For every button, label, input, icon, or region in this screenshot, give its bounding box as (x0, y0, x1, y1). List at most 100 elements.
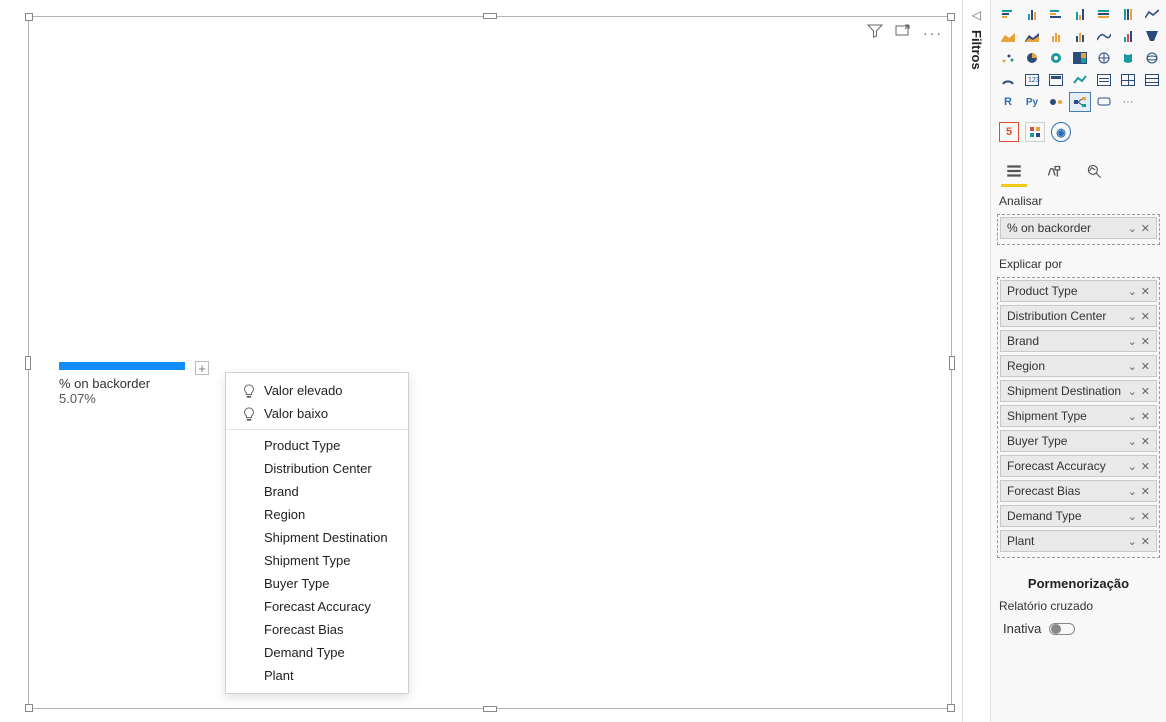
line-chart-icon[interactable] (1141, 4, 1163, 24)
chevron-down-icon[interactable]: ⌄ (1128, 385, 1137, 398)
popup-item[interactable]: Region (226, 503, 408, 526)
remove-field-icon[interactable]: ✕ (1141, 222, 1150, 235)
remove-field-icon[interactable]: ✕ (1141, 335, 1150, 348)
explain-field[interactable]: Shipment Destination⌄✕ (1000, 380, 1157, 402)
funnel-icon[interactable] (1141, 26, 1163, 46)
qa-visual-icon[interactable] (1093, 92, 1115, 112)
remove-field-icon[interactable]: ✕ (1141, 460, 1150, 473)
filter-icon[interactable] (867, 23, 883, 42)
expand-insight-button[interactable]: + (195, 361, 209, 375)
remove-field-icon[interactable]: ✕ (1141, 285, 1150, 298)
chevron-down-icon[interactable]: ⌄ (1128, 285, 1137, 298)
html5-visual-icon[interactable]: 5 (999, 122, 1019, 142)
resize-handle-right[interactable] (949, 356, 955, 370)
remove-field-icon[interactable]: ✕ (1141, 385, 1150, 398)
gauge-icon[interactable] (997, 70, 1019, 90)
chevron-down-icon[interactable]: ⌄ (1128, 310, 1137, 323)
resize-handle-top[interactable] (483, 13, 497, 19)
popup-item[interactable]: Brand (226, 480, 408, 503)
explain-field[interactable]: Brand⌄✕ (1000, 330, 1157, 352)
chevron-down-icon[interactable]: ⌄ (1128, 222, 1137, 235)
visual-container[interactable]: ··· % on backorder 5.07% + Valor elevado (28, 16, 952, 709)
explain-field[interactable]: Buyer Type⌄✕ (1000, 430, 1157, 452)
analyze-field[interactable]: % on backorder ⌄✕ (1000, 217, 1157, 239)
combo-chart-2-icon[interactable] (1069, 26, 1091, 46)
format-tab[interactable] (1043, 160, 1065, 182)
multi-card-icon[interactable] (1045, 70, 1067, 90)
stacked-bar-icon[interactable] (997, 4, 1019, 24)
r-visual-icon[interactable]: R (997, 92, 1019, 112)
more-visuals-icon[interactable]: ··· (1117, 92, 1139, 112)
remove-field-icon[interactable]: ✕ (1141, 360, 1150, 373)
custom-visual-3-icon[interactable]: ◉ (1051, 122, 1071, 142)
card-icon[interactable]: 123 (1021, 70, 1043, 90)
chevron-down-icon[interactable]: ⌄ (1128, 410, 1137, 423)
remove-field-icon[interactable]: ✕ (1141, 485, 1150, 498)
waterfall-icon[interactable] (1117, 26, 1139, 46)
popup-low-value[interactable]: Valor baixo (226, 402, 408, 425)
chevron-down-icon[interactable]: ⌄ (1128, 360, 1137, 373)
key-influencers-icon[interactable] (1045, 92, 1067, 112)
slicer-icon[interactable] (1093, 70, 1115, 90)
python-visual-icon[interactable]: Py (1021, 92, 1043, 112)
remove-field-icon[interactable]: ✕ (1141, 410, 1150, 423)
chevron-down-icon[interactable]: ⌄ (1128, 460, 1137, 473)
stacked-bar-100-icon[interactable] (1093, 4, 1115, 24)
resize-handle-tl[interactable] (25, 13, 33, 21)
fields-tab[interactable] (1003, 160, 1025, 182)
chevron-down-icon[interactable]: ⌄ (1128, 485, 1137, 498)
resize-handle-tr[interactable] (947, 13, 955, 21)
filters-pane-collapsed[interactable]: ◁ Filtros (962, 0, 990, 722)
remove-field-icon[interactable]: ✕ (1141, 535, 1150, 548)
cross-report-toggle[interactable] (1049, 623, 1075, 635)
clustered-column-icon[interactable] (1069, 4, 1091, 24)
explain-field[interactable]: Plant⌄✕ (1000, 530, 1157, 552)
explain-field[interactable]: Shipment Type⌄✕ (1000, 405, 1157, 427)
explain-field[interactable]: Forecast Accuracy⌄✕ (1000, 455, 1157, 477)
popup-high-value[interactable]: Valor elevado (226, 379, 408, 402)
chevron-down-icon[interactable]: ⌄ (1128, 510, 1137, 523)
resize-handle-bl[interactable] (25, 704, 33, 712)
kpi-icon[interactable] (1069, 70, 1091, 90)
remove-field-icon[interactable]: ✕ (1141, 510, 1150, 523)
popup-item[interactable]: Distribution Center (226, 457, 408, 480)
clustered-bar-icon[interactable] (1045, 4, 1067, 24)
popup-item[interactable]: Forecast Accuracy (226, 595, 408, 618)
resize-handle-left[interactable] (25, 356, 31, 370)
chevron-down-icon[interactable]: ⌄ (1128, 535, 1137, 548)
pie-icon[interactable] (1021, 48, 1043, 68)
treemap-icon[interactable] (1069, 48, 1091, 68)
report-canvas[interactable]: ··· % on backorder 5.07% + Valor elevado (0, 0, 962, 722)
focus-mode-icon[interactable] (895, 23, 911, 42)
remove-field-icon[interactable]: ✕ (1141, 310, 1150, 323)
decomposition-tree-icon[interactable] (1069, 92, 1091, 112)
explain-field[interactable]: Product Type⌄✕ (1000, 280, 1157, 302)
popup-item[interactable]: Demand Type (226, 641, 408, 664)
table-icon[interactable] (1117, 70, 1139, 90)
donut-icon[interactable] (1045, 48, 1067, 68)
popup-item[interactable]: Product Type (226, 434, 408, 457)
resize-handle-br[interactable] (947, 704, 955, 712)
remove-field-icon[interactable]: ✕ (1141, 435, 1150, 448)
more-options-icon[interactable]: ··· (923, 25, 943, 41)
popup-item[interactable]: Shipment Destination (226, 526, 408, 549)
custom-visual-2-icon[interactable] (1025, 122, 1045, 142)
explain-field[interactable]: Demand Type⌄✕ (1000, 505, 1157, 527)
explain-wells[interactable]: Product Type⌄✕ Distribution Center⌄✕ Bra… (997, 277, 1160, 558)
popup-item[interactable]: Forecast Bias (226, 618, 408, 641)
resize-handle-bottom[interactable] (483, 706, 497, 712)
filled-map-icon[interactable] (1117, 48, 1139, 68)
explain-field[interactable]: Distribution Center⌄✕ (1000, 305, 1157, 327)
analytics-tab[interactable] (1083, 160, 1105, 182)
popup-item[interactable]: Plant (226, 664, 408, 687)
stacked-area-icon[interactable] (1021, 26, 1043, 46)
analyze-well[interactable]: % on backorder ⌄✕ (997, 214, 1160, 245)
popup-item[interactable]: Shipment Type (226, 549, 408, 572)
ribbon-chart-icon[interactable] (1093, 26, 1115, 46)
explain-field[interactable]: Forecast Bias⌄✕ (1000, 480, 1157, 502)
stacked-column-100-icon[interactable] (1117, 4, 1139, 24)
popup-item[interactable]: Buyer Type (226, 572, 408, 595)
shape-map-icon[interactable] (1141, 48, 1163, 68)
matrix-icon[interactable] (1141, 70, 1163, 90)
scatter-icon[interactable] (997, 48, 1019, 68)
